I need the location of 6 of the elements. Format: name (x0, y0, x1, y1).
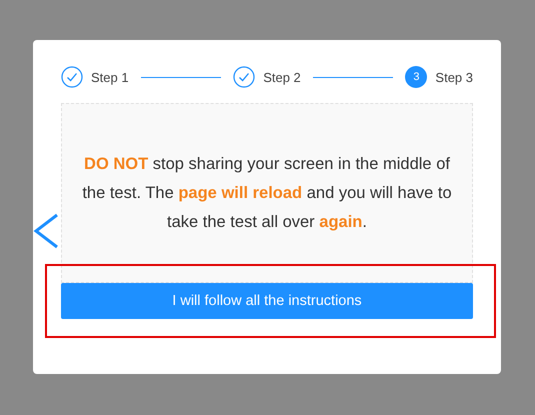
step-label: Step 3 (435, 70, 473, 84)
step-number: 3 (405, 66, 428, 88)
step-label: Step 1 (91, 70, 129, 84)
step-label: Step 2 (263, 70, 301, 84)
warning-message: DO NOT stop sharing your screen in the middle of the test. The page will reload and you will have to take the test all over again. (81, 154, 453, 232)
confirm-button[interactable]: I will follow all the instructions (61, 283, 473, 319)
